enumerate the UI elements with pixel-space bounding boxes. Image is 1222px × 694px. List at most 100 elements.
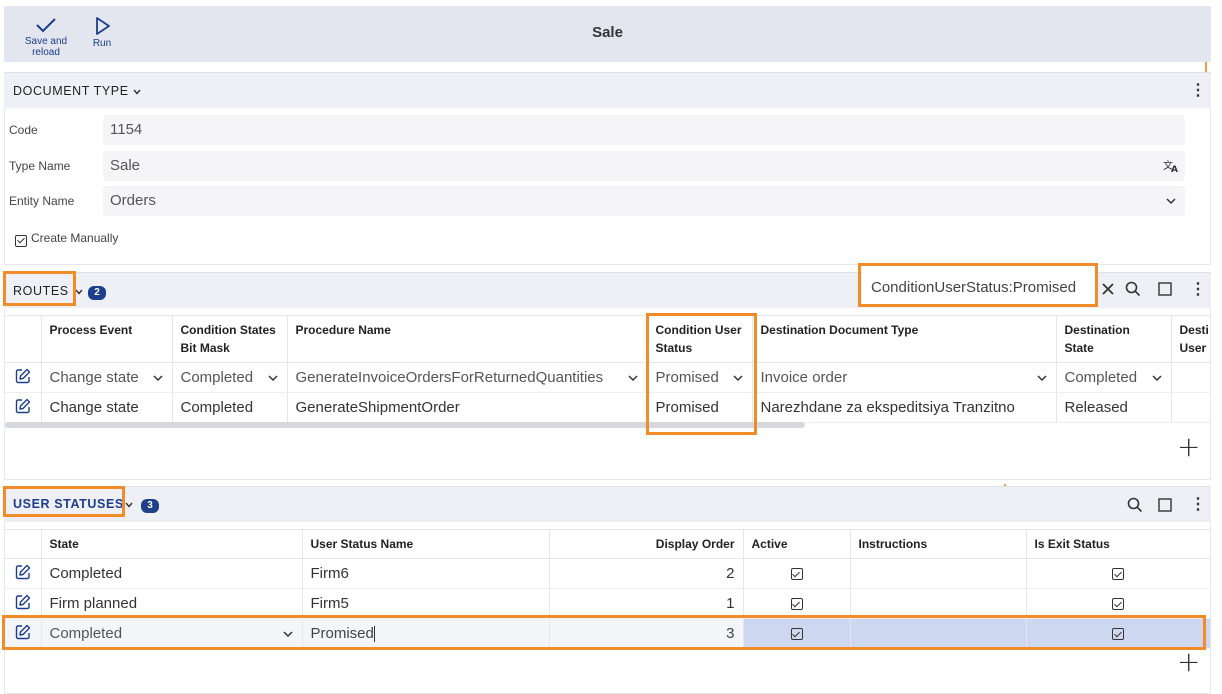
edit-cell[interactable] — [5, 362, 42, 393]
expand-icon[interactable] — [1158, 282, 1172, 296]
type-name-field[interactable]: Sale — [103, 151, 1185, 181]
search-icon[interactable] — [1127, 497, 1143, 513]
close-icon[interactable] — [1102, 283, 1114, 295]
edit-icon[interactable] — [15, 564, 31, 580]
column-header-destination-state[interactable]: Destination State — [1056, 315, 1172, 363]
edit-icon[interactable] — [15, 398, 31, 414]
table-row-editing[interactable]: Completed Promised 3 — [5, 618, 1211, 649]
document-type-title[interactable]: DOCUMENT TYPE — [13, 84, 129, 98]
kebab-icon[interactable]: ⋮ — [1190, 282, 1206, 298]
table-row[interactable]: Change state Completed GenerateInvoiceOr… — [5, 362, 1210, 393]
is-exit-status-checkbox[interactable] — [1112, 628, 1124, 641]
edit-cell[interactable] — [5, 392, 42, 423]
column-header-condition-user-status[interactable]: Condition User Status — [647, 315, 753, 363]
is-exit-status-cell[interactable] — [1026, 558, 1211, 589]
entity-name-value: Orders — [110, 192, 156, 209]
table-row[interactable]: Firm planned Firm5 1 — [5, 588, 1211, 619]
column-header-destination-user-status[interactable]: Desti User — [1171, 315, 1210, 363]
process-event-select[interactable]: Change state — [41, 362, 173, 393]
expand-icon[interactable] — [1158, 498, 1172, 512]
instructions-cell[interactable] — [850, 588, 1027, 619]
translate-icon[interactable]: 文 A — [1163, 159, 1179, 173]
display-order-cell[interactable]: 2 — [549, 558, 744, 589]
edit-icon[interactable] — [15, 368, 31, 384]
search-icon[interactable] — [1125, 281, 1141, 297]
user-statuses-title[interactable]: USER STATUSES — [13, 497, 124, 511]
edit-icon[interactable] — [15, 624, 31, 640]
column-header-destination-document-type[interactable]: Destination Document Type — [752, 315, 1057, 363]
dest-user-status-cell[interactable] — [1171, 362, 1210, 393]
procedure-select[interactable]: GenerateInvoiceOrdersForReturnedQuantiti… — [287, 362, 648, 393]
state-value: Completed — [49, 625, 123, 642]
column-header-is-exit-status[interactable]: Is Exit Status — [1026, 529, 1211, 559]
routes-filter-input[interactable]: ConditionUserStatus:Promised — [862, 266, 1096, 304]
active-cell[interactable] — [743, 558, 851, 589]
column-header-condition-states[interactable]: Condition States Bit Mask — [172, 315, 288, 363]
active-cell[interactable] — [743, 588, 851, 619]
condition-user-status-cell[interactable]: Promised — [647, 392, 753, 423]
table-row[interactable]: Change state Completed GenerateShipmentO… — [5, 392, 1210, 423]
state-cell[interactable]: Completed — [41, 558, 303, 589]
active-checkbox[interactable] — [790, 568, 803, 581]
instructions-cell[interactable] — [850, 618, 1027, 649]
entity-name-select[interactable]: Orders — [103, 186, 1185, 216]
chevron-down-icon[interactable] — [1165, 195, 1177, 207]
create-manually-checkbox[interactable] — [15, 234, 27, 247]
condition-states-cell[interactable]: Completed — [172, 392, 288, 423]
display-order-cell[interactable]: 1 — [549, 588, 744, 619]
is-exit-status-checkbox[interactable] — [1112, 568, 1124, 581]
condition-states-select[interactable]: Completed — [172, 362, 288, 393]
column-header-procedure-name[interactable]: Procedure Name — [287, 315, 648, 363]
chevron-down-icon — [627, 374, 638, 381]
dest-doc-type-cell[interactable]: Narezhdane za ekspeditsiya Tranzitno — [752, 392, 1057, 423]
table-row[interactable]: Completed Firm6 2 — [5, 558, 1211, 589]
column-header-display-order[interactable]: Display Order — [549, 529, 744, 559]
dest-state-select[interactable]: Completed — [1056, 362, 1172, 393]
column-header-state[interactable]: State — [41, 529, 303, 559]
kebab-icon[interactable]: ⋮ — [1190, 83, 1206, 99]
is-exit-status-cell[interactable] — [1026, 618, 1211, 649]
column-header-user-status-name[interactable]: User Status Name — [302, 529, 550, 559]
user-status-name-cell[interactable]: Firm6 — [302, 558, 550, 589]
condition-states-value: Completed — [180, 369, 254, 386]
horizontal-scrollbar[interactable] — [5, 422, 805, 428]
condition-user-status-select[interactable]: Promised — [647, 362, 753, 393]
instructions-cell[interactable] — [850, 558, 1027, 589]
user-statuses-panel: State User Status Name Display Order Act… — [4, 522, 1211, 694]
active-cell[interactable] — [743, 618, 851, 649]
document-type-header: DOCUMENT TYPE ⋮ — [4, 72, 1211, 108]
chevron-down-icon[interactable] — [124, 500, 134, 510]
column-header-instructions[interactable]: Instructions — [850, 529, 1027, 559]
edit-cell[interactable] — [5, 558, 42, 589]
svg-text:A: A — [1171, 165, 1178, 173]
dest-user-status-cell[interactable] — [1171, 392, 1210, 423]
column-header-active[interactable]: Active — [743, 529, 851, 559]
edit-icon[interactable] — [15, 594, 31, 610]
display-order-input[interactable]: 3 — [549, 618, 744, 649]
routes-title[interactable]: ROUTES — [13, 284, 69, 298]
active-checkbox[interactable] — [790, 598, 803, 611]
is-exit-status-checkbox[interactable] — [1112, 598, 1124, 611]
add-route-plus-icon[interactable]: + — [1177, 433, 1200, 461]
code-field[interactable]: 1154 — [103, 115, 1185, 145]
chevron-down-icon[interactable] — [132, 87, 142, 97]
code-label: Code — [9, 123, 38, 137]
dest-state-cell[interactable]: Released — [1056, 392, 1172, 423]
state-select[interactable]: Completed — [41, 618, 303, 649]
kebab-icon[interactable]: ⋮ — [1190, 497, 1206, 513]
column-header-process-event[interactable]: Process Event — [41, 315, 173, 363]
chevron-down-icon[interactable] — [74, 287, 84, 297]
edit-cell[interactable] — [5, 618, 42, 649]
user-status-name-cell[interactable]: Firm5 — [302, 588, 550, 619]
dest-doc-type-select[interactable]: Invoice order — [752, 362, 1057, 393]
edit-cell[interactable] — [5, 588, 42, 619]
active-checkbox[interactable] — [790, 628, 803, 641]
procedure-cell[interactable]: GenerateShipmentOrder — [287, 392, 648, 423]
process-event-cell[interactable]: Change state — [41, 392, 173, 423]
is-exit-status-cell[interactable] — [1026, 588, 1211, 619]
add-user-status-plus-icon[interactable]: + — [1177, 648, 1200, 676]
user-status-name-input[interactable]: Promised — [302, 618, 550, 649]
user-statuses-header-row: State User Status Name Display Order Act… — [5, 529, 1211, 559]
state-cell[interactable]: Firm planned — [41, 588, 303, 619]
chevron-down-icon — [282, 630, 293, 637]
